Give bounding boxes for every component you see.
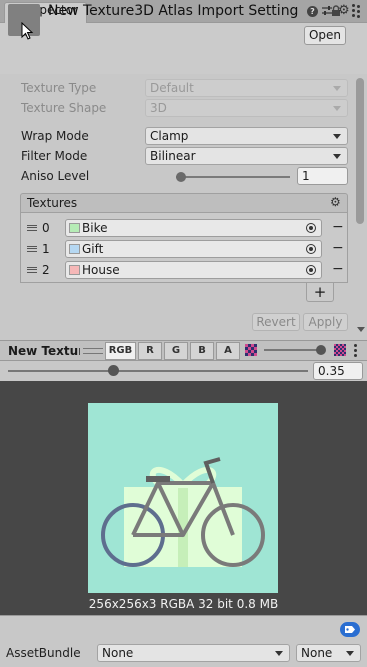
asset-bundle-label: AssetBundle <box>6 646 81 660</box>
tag-icon[interactable] <box>340 622 360 637</box>
texture-shape-value: 3D <box>150 101 167 115</box>
gear-icon[interactable]: ⚙ <box>330 195 341 209</box>
preset-sliders-icon[interactable] <box>321 5 333 17</box>
kebab-menu-icon[interactable] <box>352 4 356 18</box>
slice-slider-track[interactable] <box>8 370 308 372</box>
checker-large-icon <box>334 344 346 356</box>
texture-info-text: 256x256x3 RGBA 32 bit 0.8 MB <box>88 597 279 611</box>
channel-rgb-button[interactable]: RGB <box>105 342 136 360</box>
wrap-mode-dropdown[interactable]: Clamp <box>145 127 348 145</box>
remove-item-button[interactable]: − <box>332 220 344 234</box>
texture-swatch <box>69 265 80 275</box>
texture-type-value: Default <box>150 81 194 95</box>
chevron-down-icon <box>333 106 341 111</box>
texture-name: Bike <box>82 221 108 235</box>
texture-name: Gift <box>82 242 104 256</box>
channel-a-button[interactable]: A <box>216 342 240 360</box>
asset-bundle-variant-value: None <box>301 646 333 660</box>
apply-button[interactable]: Apply <box>303 313 348 331</box>
asset-bundle-variant-dropdown[interactable]: None <box>296 644 361 662</box>
chevron-down-icon <box>333 154 341 159</box>
resize-grip-icon[interactable] <box>83 348 103 354</box>
object-picker-icon[interactable] <box>306 244 316 254</box>
aniso-level-label: Aniso Level <box>21 169 90 183</box>
texture-object-field[interactable]: House <box>65 261 322 279</box>
mouse-cursor-icon <box>21 22 34 40</box>
drag-handle-icon[interactable] <box>27 225 37 231</box>
filter-mode-dropdown[interactable]: Bilinear <box>145 147 348 165</box>
channel-b-button[interactable]: B <box>190 342 214 360</box>
list-item-index: 1 <box>42 242 50 256</box>
asset-bundle-name-dropdown[interactable]: None <box>97 644 290 662</box>
chevron-down-icon <box>346 651 354 656</box>
channel-g-button[interactable]: G <box>164 342 188 360</box>
page-title: New Texture3D Atlas Import Settings (T <box>48 3 298 19</box>
aniso-level-slider-knob[interactable] <box>176 172 186 182</box>
preview-title: New Textur <box>8 344 80 358</box>
scrollbar-thumb[interactable] <box>356 78 364 224</box>
remove-item-button[interactable]: − <box>332 262 344 276</box>
texture-shape-dropdown: 3D <box>145 99 348 117</box>
aniso-level-slider-track[interactable] <box>176 176 290 178</box>
help-icon[interactable]: ? <box>307 6 318 17</box>
object-picker-icon[interactable] <box>306 223 316 233</box>
asset-bundle-name-value: None <box>102 646 134 660</box>
wrap-mode-value: Clamp <box>150 129 189 143</box>
preview-menu-icon[interactable] <box>354 344 358 358</box>
remove-item-button[interactable]: − <box>332 241 344 255</box>
mip-preview-slider-track[interactable] <box>264 349 322 351</box>
list-item-index: 0 <box>42 221 50 235</box>
wrap-mode-label: Wrap Mode <box>21 129 89 143</box>
texture-type-label: Texture Type <box>21 81 97 95</box>
chevron-down-icon <box>275 651 283 656</box>
list-item-index: 2 <box>42 263 50 277</box>
slice-slider-knob[interactable] <box>108 365 119 376</box>
texture-object-field[interactable]: Gift <box>65 240 322 258</box>
gear-icon[interactable]: ⚙ <box>338 4 351 17</box>
texture-preview-image <box>88 403 278 593</box>
filter-mode-label: Filter Mode <box>21 149 88 163</box>
open-button[interactable]: Open <box>304 26 346 45</box>
revert-button[interactable]: Revert <box>252 313 300 331</box>
texture-swatch <box>69 244 80 254</box>
mip-preview-slider-knob[interactable] <box>316 345 326 355</box>
channel-r-button[interactable]: R <box>138 342 162 360</box>
drag-handle-icon[interactable] <box>27 246 37 252</box>
chevron-down-icon <box>333 134 341 139</box>
texture-shape-label: Texture Shape <box>21 101 107 115</box>
object-picker-icon[interactable] <box>306 265 316 275</box>
header-menu-icon[interactable] <box>357 5 361 19</box>
add-item-button[interactable]: + <box>306 283 334 302</box>
texture-type-dropdown: Default <box>145 79 348 97</box>
checker-small-icon <box>245 344 257 356</box>
scroll-down-arrow-icon[interactable] <box>357 327 365 332</box>
texture-object-field[interactable]: Bike <box>65 219 322 237</box>
filter-mode-value: Bilinear <box>150 149 196 163</box>
slice-value-field[interactable]: 0.35 <box>313 362 363 380</box>
textures-list-title: Textures <box>27 196 78 210</box>
texture-swatch <box>69 223 80 233</box>
texture-name: House <box>82 263 120 277</box>
chevron-down-icon <box>333 86 341 91</box>
aniso-level-field[interactable]: 1 <box>297 167 348 185</box>
drag-handle-icon[interactable] <box>27 267 37 273</box>
